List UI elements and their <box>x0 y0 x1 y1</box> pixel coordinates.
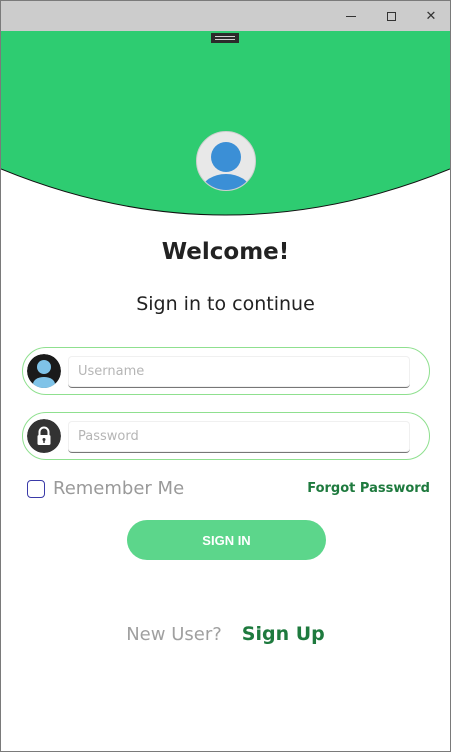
user-avatar-icon <box>196 131 256 191</box>
remember-me-checkbox[interactable] <box>27 479 45 498</box>
forgot-password-link[interactable]: Forgot Password <box>307 481 430 496</box>
drag-handle-line <box>215 36 235 37</box>
close-button[interactable]: ✕ <box>411 1 450 31</box>
drag-handle[interactable] <box>211 33 239 43</box>
username-input[interactable] <box>68 356 410 388</box>
title-bar[interactable]: ✕ <box>1 1 450 31</box>
remember-me[interactable]: Remember Me <box>27 478 184 499</box>
drag-handle-line <box>215 39 235 40</box>
user-icon <box>27 354 61 388</box>
remember-me-label: Remember Me <box>53 478 185 499</box>
minimize-icon <box>346 15 356 17</box>
password-field <box>22 412 430 460</box>
minimize-button[interactable] <box>331 1 371 31</box>
maximize-icon <box>386 11 396 21</box>
signin-subtitle: Sign in to continue <box>136 293 315 315</box>
lock-icon <box>27 419 61 453</box>
welcome-heading: Welcome! <box>161 239 290 265</box>
signup-footer: New User? Sign Up <box>1 623 450 645</box>
app-window: ✕ Welcome! Sign in to continue Username … <box>0 0 451 752</box>
avatar-graphic <box>202 142 250 190</box>
close-icon: ✕ <box>425 8 437 24</box>
sign-in-button[interactable]: SIGN IN <box>127 520 326 560</box>
maximize-button[interactable] <box>371 1 411 31</box>
new-user-label: New User? <box>126 624 222 645</box>
username-field <box>22 347 430 395</box>
sign-up-link[interactable]: Sign Up <box>242 623 325 645</box>
password-input[interactable] <box>68 421 410 453</box>
